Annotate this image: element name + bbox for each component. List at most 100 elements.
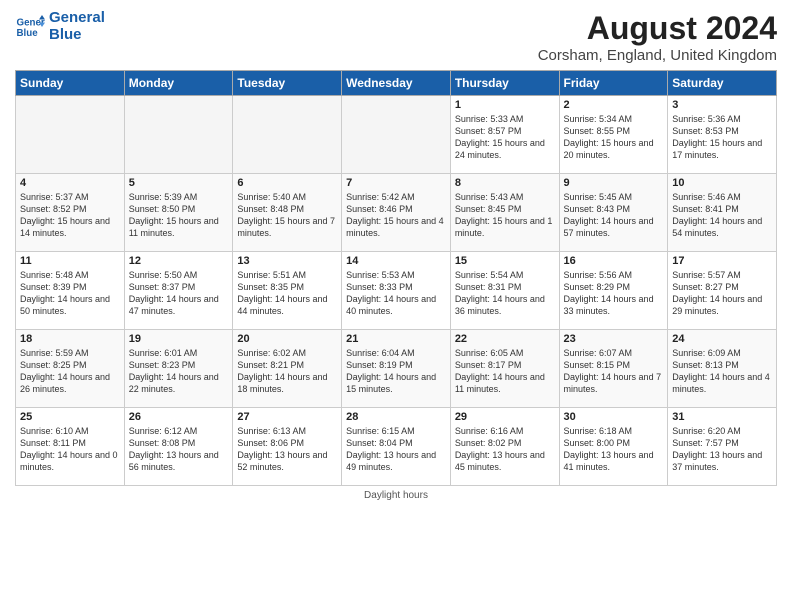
day-number: 8 (455, 177, 555, 189)
calendar-header: Sunday Monday Tuesday Wednesday Thursday… (16, 71, 777, 96)
day-info: Sunrise: 5:57 AM Sunset: 8:27 PM Dayligh… (672, 269, 772, 318)
calendar-body: 1 Sunrise: 5:33 AM Sunset: 8:57 PM Daylig… (16, 96, 777, 486)
day-info: Sunrise: 6:16 AM Sunset: 8:02 PM Dayligh… (455, 425, 555, 474)
day-cell: 22Sunrise: 6:05 AM Sunset: 8:17 PM Dayli… (450, 330, 559, 408)
day-cell: 10 Sunrise: 5:46 AM Sunset: 8:41 PM Dayli… (668, 174, 777, 252)
day-info: Sunrise: 5:56 AM Sunset: 8:29 PM Dayligh… (564, 269, 664, 318)
day-cell (342, 96, 451, 174)
day-info: Sunrise: 5:46 AM Sunset: 8:41 PM Dayligh… (672, 191, 772, 240)
week-row-4: 18 Sunrise: 5:59 AM Sunset: 8:25 PM Dayli… (16, 330, 777, 408)
col-saturday: Saturday (668, 71, 777, 96)
day-cell: 27 Sunrise: 6:13 AM Sunset: 8:06 PM Dayli… (233, 408, 342, 486)
day-number: 18 (20, 333, 120, 345)
day-number: 7 (346, 177, 446, 189)
col-friday: Friday (559, 71, 668, 96)
day-number: 31 (672, 411, 772, 423)
day-number: 5 (129, 177, 229, 189)
day-number: 10 (672, 177, 772, 189)
day-number: 17 (672, 255, 772, 267)
day-cell: 5 Sunrise: 5:39 AM Sunset: 8:50 PM Daylig… (124, 174, 233, 252)
week-row-5: 25 Sunrise: 6:10 AM Sunset: 8:11 PM Dayli… (16, 408, 777, 486)
day-cell: 24Sunrise: 6:09 AM Sunset: 8:13 PM Dayli… (668, 330, 777, 408)
day-number: 19 (129, 333, 229, 345)
day-number: 30 (564, 411, 664, 423)
day-info: Sunrise: 5:48 AM Sunset: 8:39 PM Dayligh… (20, 269, 120, 318)
day-info: Sunrise: 5:40 AM Sunset: 8:48 PM Dayligh… (237, 191, 337, 240)
logo-text: General Blue (49, 10, 105, 43)
day-number: 1 (455, 99, 555, 111)
day-cell: 7 Sunrise: 5:42 AM Sunset: 8:46 PM Daylig… (342, 174, 451, 252)
day-number: 12 (129, 255, 229, 267)
day-number: 29 (455, 411, 555, 423)
day-number: 25 (20, 411, 120, 423)
logo-icon: General Blue (15, 12, 45, 42)
day-cell: 1 Sunrise: 5:33 AM Sunset: 8:57 PM Daylig… (450, 96, 559, 174)
day-cell: 25 Sunrise: 6:10 AM Sunset: 8:11 PM Dayli… (16, 408, 125, 486)
day-info: Sunrise: 6:01 AM Sunset: 8:23 PM Dayligh… (129, 347, 229, 396)
day-cell (233, 96, 342, 174)
day-info: Sunrise: 5:51 AM Sunset: 8:35 PM Dayligh… (237, 269, 337, 318)
week-row-3: 11Sunrise: 5:48 AM Sunset: 8:39 PM Dayli… (16, 252, 777, 330)
day-cell: 16Sunrise: 5:56 AM Sunset: 8:29 PM Dayli… (559, 252, 668, 330)
day-cell: 21 Sunrise: 6:04 AM Sunset: 8:19 PM Dayli… (342, 330, 451, 408)
day-number: 2 (564, 99, 664, 111)
day-info: Sunrise: 5:37 AM Sunset: 8:52 PM Dayligh… (20, 191, 120, 240)
day-cell: 30 Sunrise: 6:18 AM Sunset: 8:00 PM Dayli… (559, 408, 668, 486)
day-cell: 17 Sunrise: 5:57 AM Sunset: 8:27 PM Dayli… (668, 252, 777, 330)
day-number: 14 (346, 255, 446, 267)
day-info: Sunrise: 6:12 AM Sunset: 8:08 PM Dayligh… (129, 425, 229, 474)
day-cell: 29 Sunrise: 6:16 AM Sunset: 8:02 PM Dayli… (450, 408, 559, 486)
day-info: Sunrise: 5:53 AM Sunset: 8:33 PM Dayligh… (346, 269, 446, 318)
col-tuesday: Tuesday (233, 71, 342, 96)
day-cell: 12 Sunrise: 5:50 AM Sunset: 8:37 PM Dayli… (124, 252, 233, 330)
day-info: Sunrise: 5:42 AM Sunset: 8:46 PM Dayligh… (346, 191, 446, 240)
header-row: Sunday Monday Tuesday Wednesday Thursday… (16, 71, 777, 96)
day-info: Sunrise: 6:07 AM Sunset: 8:15 PM Dayligh… (564, 347, 664, 396)
day-number: 28 (346, 411, 446, 423)
day-info: Sunrise: 5:33 AM Sunset: 8:57 PM Dayligh… (455, 113, 555, 162)
col-thursday: Thursday (450, 71, 559, 96)
day-info: Sunrise: 5:34 AM Sunset: 8:55 PM Dayligh… (564, 113, 664, 162)
day-info: Sunrise: 6:15 AM Sunset: 8:04 PM Dayligh… (346, 425, 446, 474)
day-info: Sunrise: 6:20 AM Sunset: 7:57 PM Dayligh… (672, 425, 772, 474)
day-info: Sunrise: 6:13 AM Sunset: 8:06 PM Dayligh… (237, 425, 337, 474)
day-cell: 19 Sunrise: 6:01 AM Sunset: 8:23 PM Dayli… (124, 330, 233, 408)
day-info: Sunrise: 6:04 AM Sunset: 8:19 PM Dayligh… (346, 347, 446, 396)
col-sunday: Sunday (16, 71, 125, 96)
day-info: Sunrise: 5:45 AM Sunset: 8:43 PM Dayligh… (564, 191, 664, 240)
day-cell (124, 96, 233, 174)
page: General Blue General Blue August 2024 Co… (0, 0, 792, 612)
day-cell: 2 Sunrise: 5:34 AM Sunset: 8:55 PM Daylig… (559, 96, 668, 174)
day-number: 6 (237, 177, 337, 189)
day-info: Sunrise: 5:39 AM Sunset: 8:50 PM Dayligh… (129, 191, 229, 240)
day-cell: 11Sunrise: 5:48 AM Sunset: 8:39 PM Dayli… (16, 252, 125, 330)
day-cell: 23Sunrise: 6:07 AM Sunset: 8:15 PM Dayli… (559, 330, 668, 408)
day-info: Sunrise: 5:50 AM Sunset: 8:37 PM Dayligh… (129, 269, 229, 318)
day-cell: 26Sunrise: 6:12 AM Sunset: 8:08 PM Dayli… (124, 408, 233, 486)
day-cell: 31 Sunrise: 6:20 AM Sunset: 7:57 PM Dayli… (668, 408, 777, 486)
day-cell: 15Sunrise: 5:54 AM Sunset: 8:31 PM Dayli… (450, 252, 559, 330)
day-number: 3 (672, 99, 772, 111)
day-info: Sunrise: 5:54 AM Sunset: 8:31 PM Dayligh… (455, 269, 555, 318)
header: General Blue General Blue August 2024 Co… (15, 10, 777, 64)
day-number: 27 (237, 411, 337, 423)
day-info: Sunrise: 6:02 AM Sunset: 8:21 PM Dayligh… (237, 347, 337, 396)
day-cell: 28 Sunrise: 6:15 AM Sunset: 8:04 PM Dayli… (342, 408, 451, 486)
col-wednesday: Wednesday (342, 71, 451, 96)
day-number: 20 (237, 333, 337, 345)
day-info: Sunrise: 6:10 AM Sunset: 8:11 PM Dayligh… (20, 425, 120, 474)
week-row-1: 1 Sunrise: 5:33 AM Sunset: 8:57 PM Daylig… (16, 96, 777, 174)
day-info: Sunrise: 5:59 AM Sunset: 8:25 PM Dayligh… (20, 347, 120, 396)
day-cell: 14 Sunrise: 5:53 AM Sunset: 8:33 PM Dayli… (342, 252, 451, 330)
day-cell: 20 Sunrise: 6:02 AM Sunset: 8:21 PM Dayli… (233, 330, 342, 408)
calendar: Sunday Monday Tuesday Wednesday Thursday… (15, 70, 777, 486)
day-info: Sunrise: 5:43 AM Sunset: 8:45 PM Dayligh… (455, 191, 555, 240)
day-cell: 13 Sunrise: 5:51 AM Sunset: 8:35 PM Dayli… (233, 252, 342, 330)
main-title: August 2024 (538, 10, 777, 47)
day-cell: 9Sunrise: 5:45 AM Sunset: 8:43 PM Daylig… (559, 174, 668, 252)
day-number: 21 (346, 333, 446, 345)
day-number: 13 (237, 255, 337, 267)
day-info: Sunrise: 6:05 AM Sunset: 8:17 PM Dayligh… (455, 347, 555, 396)
day-info: Sunrise: 6:18 AM Sunset: 8:00 PM Dayligh… (564, 425, 664, 474)
day-cell: 8 Sunrise: 5:43 AM Sunset: 8:45 PM Daylig… (450, 174, 559, 252)
